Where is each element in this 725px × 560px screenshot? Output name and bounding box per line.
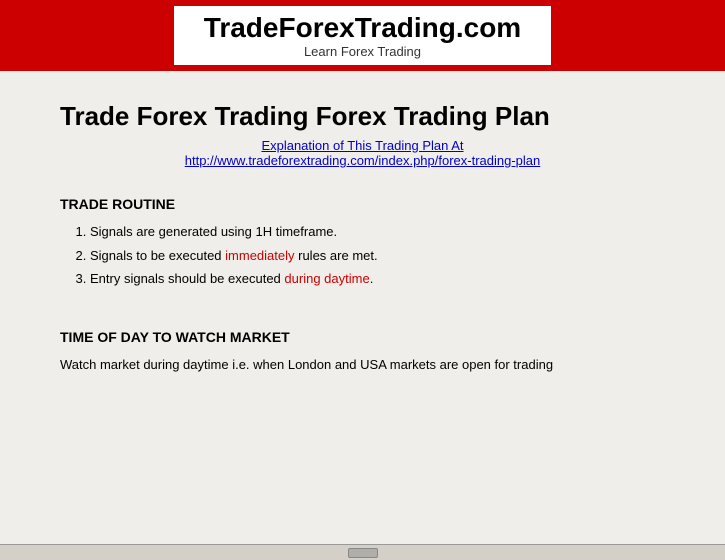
list-item-3-after: .: [370, 271, 374, 286]
content-area: Trade Forex Trading Forex Trading Plan E…: [0, 71, 725, 544]
list-item-3-highlight: during daytime: [284, 271, 369, 286]
scrollbar-area[interactable]: [0, 544, 725, 560]
list-item-1-text: Signals are generated using 1H timeframe…: [90, 224, 337, 239]
explanation-text[interactable]: Explanation of This Trading Plan At: [60, 138, 665, 153]
time-of-day-body: Watch market during daytime i.e. when Lo…: [60, 355, 665, 375]
list-item-3-before: Entry signals should be executed: [90, 271, 284, 286]
explanation-link-block: Explanation of This Trading Plan At http…: [60, 138, 665, 168]
page-title: Trade Forex Trading Forex Trading Plan: [60, 101, 665, 132]
header-bar: TradeForexTrading.com Learn Forex Tradin…: [0, 0, 725, 71]
time-of-day-title: TIME OF DAY TO WATCH MARKET: [60, 329, 665, 345]
scrollbar-thumb[interactable]: [348, 548, 378, 558]
header-inner: TradeForexTrading.com Learn Forex Tradin…: [174, 6, 551, 65]
list-item: Signals to be executed immediately rules…: [90, 246, 665, 266]
list-item: Signals are generated using 1H timeframe…: [90, 222, 665, 242]
main-window: TradeForexTrading.com Learn Forex Tradin…: [0, 0, 725, 560]
list-item-2-highlight: immediately: [225, 248, 294, 263]
list-item: Entry signals should be executed during …: [90, 269, 665, 289]
trade-routine-title: TRADE ROUTINE: [60, 196, 665, 212]
list-item-2-before: Signals to be executed: [90, 248, 225, 263]
trade-routine-list: Signals are generated using 1H timeframe…: [90, 222, 665, 289]
site-name: TradeForexTrading.com: [204, 12, 521, 44]
site-tagline: Learn Forex Trading: [204, 44, 521, 59]
explanation-url[interactable]: http://www.tradeforextrading.com/index.p…: [60, 153, 665, 168]
list-item-2-after: rules are met.: [295, 248, 378, 263]
